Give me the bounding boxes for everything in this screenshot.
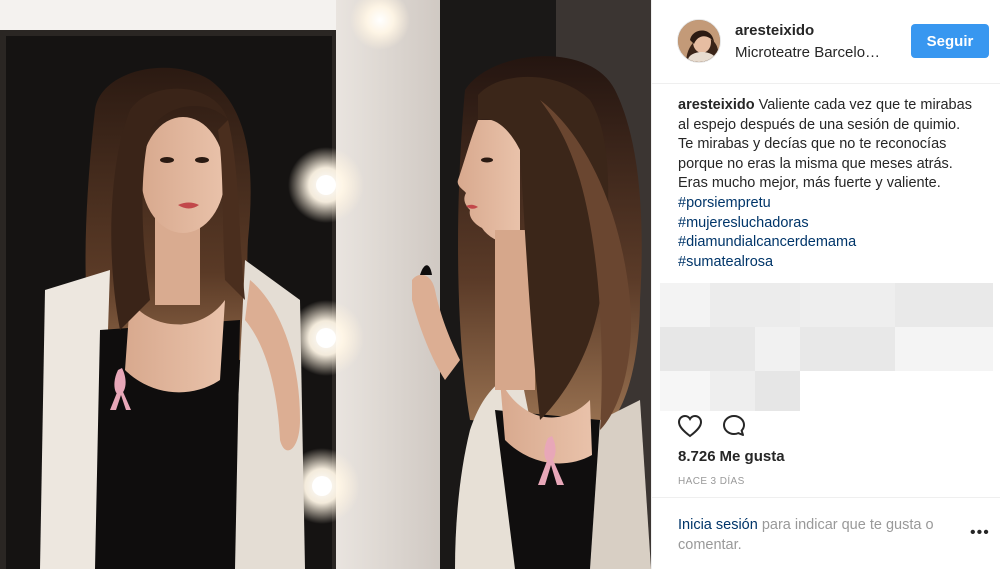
likes-count[interactable]: 8.726 Me gusta [678,448,785,465]
header-location[interactable]: Microteatre Barcelo… [735,44,895,61]
post-footer: Inicia sesión para indicar que te gusta … [652,497,1000,569]
post-photo[interactable] [0,0,651,569]
login-prompt: Inicia sesión para indicar que te gusta … [678,515,968,555]
ellipsis-icon[interactable]: ••• [970,525,992,542]
hashtag-link[interactable]: #sumatealrosa [678,253,978,273]
avatar[interactable] [677,19,721,63]
post-timestamp[interactable]: HACE 3 DÍAS [678,476,745,487]
login-link[interactable]: Inicia sesión [678,517,758,533]
heart-outline-icon[interactable] [676,412,704,440]
likes-number: 8.726 [678,448,716,465]
post-header: aresteixido Microteatre Barcelo… Seguir [652,0,1000,84]
hashtag-link[interactable]: #porsiempretu [678,195,771,211]
post-caption: aresteixido Valiente cada vez que te mir… [678,96,978,272]
photo-mirror-scene [0,0,651,569]
post-sidebar: aresteixido Microteatre Barcelo… Seguir … [651,0,1000,569]
follow-button[interactable]: Seguir [911,24,989,58]
redacted-comments [660,283,993,411]
header-username[interactable]: aresteixido [735,22,814,39]
speech-bubble-icon[interactable] [720,412,748,440]
hashtag-link[interactable]: #diamundialcancerdemama [678,233,978,253]
caption-username[interactable]: aresteixido [678,97,755,113]
post-actions [652,408,1000,440]
likes-label: Me gusta [719,448,785,465]
hashtag-link[interactable]: #mujeresluchadoras [678,214,978,234]
